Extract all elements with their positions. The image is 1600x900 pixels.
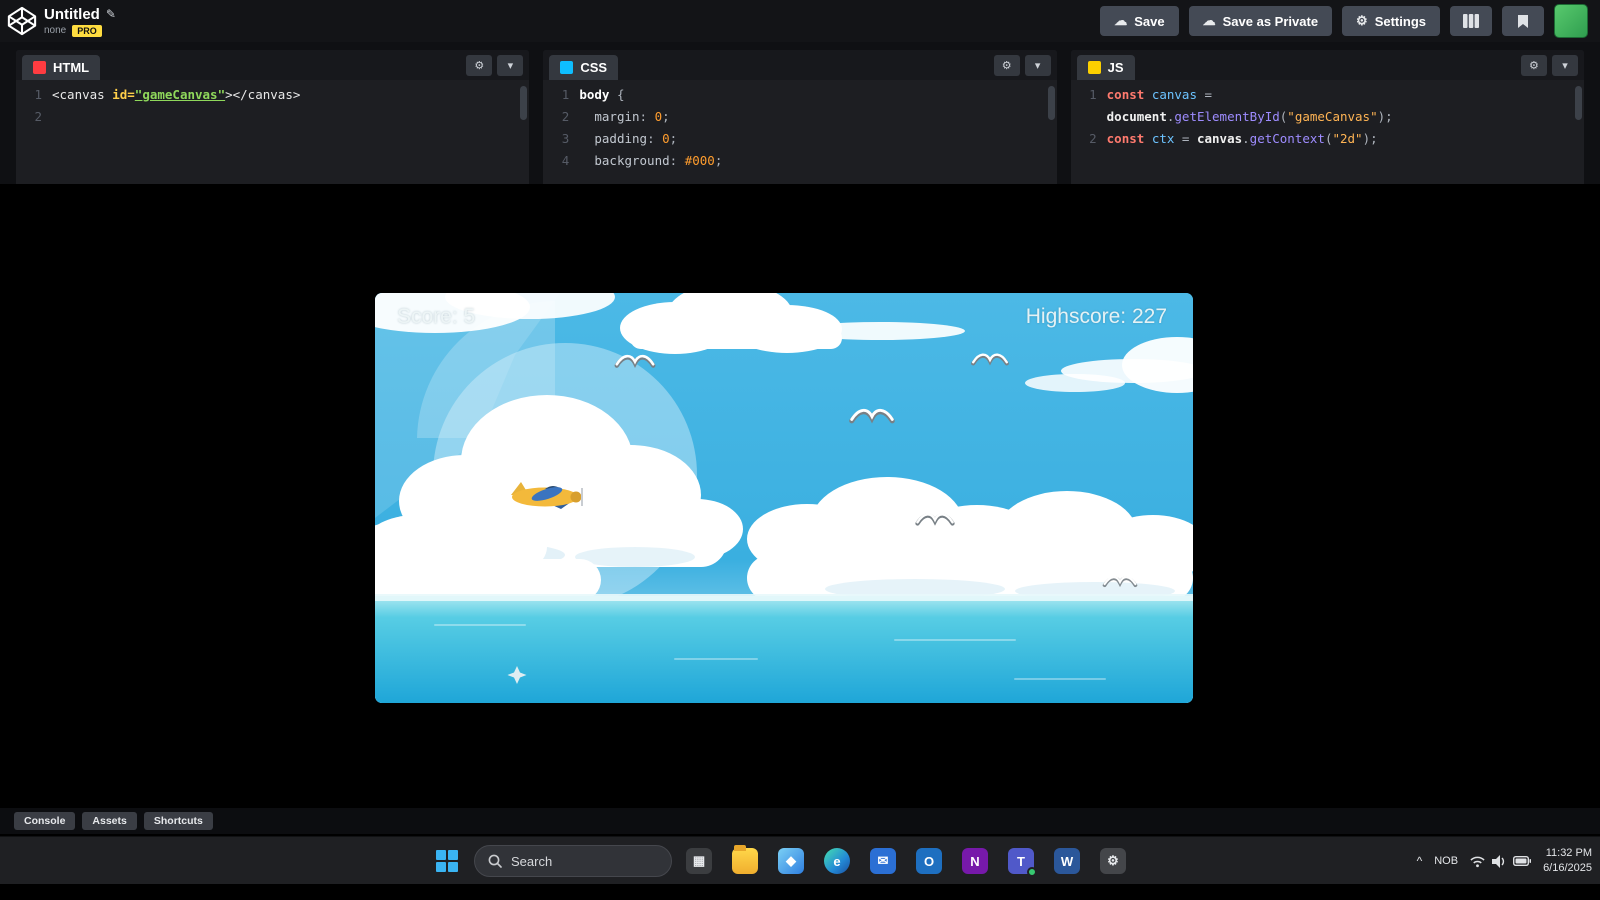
windows-logo-icon <box>436 850 458 872</box>
edit-title-icon[interactable]: ✎ <box>106 7 116 21</box>
cloud-icon: ☁ <box>1202 13 1216 28</box>
layout-button[interactable] <box>1450 6 1492 36</box>
outlook-icon[interactable]: O <box>910 841 948 881</box>
start-button[interactable] <box>428 841 466 881</box>
codepen-logo[interactable] <box>0 0 44 42</box>
save-button[interactable]: ☁ Save <box>1100 6 1179 36</box>
css-editor-header: CSS ⚙ ▾ <box>543 50 1057 80</box>
editor-row: HTML ⚙ ▾ 12 <canvas id="gameCanvas"></ca… <box>0 42 1600 188</box>
tab-html[interactable]: HTML <box>22 54 101 80</box>
tab-css[interactable]: CSS <box>549 54 619 80</box>
game-canvas[interactable]: Score: 5 Highscore: 227 <box>375 293 1193 703</box>
onenote-icon[interactable]: N <box>956 841 994 881</box>
hidden-icons-chevron-icon[interactable]: ^ <box>1417 854 1423 868</box>
volume-icon <box>1492 854 1505 868</box>
css-settings-gear-icon[interactable]: ⚙ <box>993 54 1020 76</box>
taskbar-center: Search ▦ ◆ e ✉ O N T W ⚙ <box>428 837 1132 885</box>
top-header: Untitled ✎ none PRO ☁ Save ☁ Save as Pri… <box>0 0 1600 42</box>
system-tray: ^ NOB 11:32 PM 6/16/2025 <box>1417 837 1592 885</box>
line-numbers: 1234 <box>561 87 570 168</box>
highscore-text: Highscore: 227 <box>1025 305 1167 328</box>
html-chevron-down-icon[interactable]: ▾ <box>497 54 524 76</box>
settings-button[interactable]: ⚙ Settings <box>1342 6 1440 36</box>
cloud-icon: ☁ <box>1114 13 1128 28</box>
console-tab-shortcuts[interactable]: Shortcuts <box>143 812 213 830</box>
scrollbar-thumb[interactable] <box>1574 86 1582 120</box>
codepen-window: Untitled ✎ none PRO ☁ Save ☁ Save as Pri… <box>0 0 1600 900</box>
js-lang-icon <box>1087 60 1101 74</box>
wifi-icon <box>1470 856 1485 867</box>
css-editor-panel: CSS ⚙ ▾ 1234 body { margin: 0; padding: … <box>543 50 1057 184</box>
avatar[interactable] <box>1554 4 1588 38</box>
pen-title[interactable]: Untitled <box>44 6 100 23</box>
html-lang-icon <box>33 60 46 74</box>
teams-icon[interactable]: T <box>1002 841 1040 881</box>
edge-icon[interactable]: e <box>818 841 856 881</box>
search-label: Search <box>511 853 553 869</box>
sea <box>375 596 1193 703</box>
tray-time: 11:32 PM <box>1545 847 1592 859</box>
html-settings-gear-icon[interactable]: ⚙ <box>466 54 493 76</box>
js-code-editor[interactable]: 1 2 const canvas = document.getElementByI… <box>1071 80 1584 184</box>
pen-title-block: Untitled ✎ none PRO <box>44 6 116 37</box>
scrollbar-thumb[interactable] <box>520 86 528 120</box>
tab-js[interactable]: JS <box>1076 54 1135 80</box>
pro-badge: PRO <box>72 24 102 37</box>
word-icon[interactable]: W <box>1048 841 1086 881</box>
language-indicator[interactable]: NOB <box>1434 855 1458 867</box>
clock[interactable]: 11:32 PM 6/16/2025 <box>1543 846 1592 876</box>
taskbar-apps: ▦ ◆ e ✉ O N T W ⚙ <box>680 841 1132 881</box>
gear-icon: ⚙ <box>1356 13 1368 28</box>
html-code-editor[interactable]: 12 <canvas id="gameCanvas"></canvas> <box>16 80 529 184</box>
line-numbers: 12 <box>34 87 42 124</box>
js-chevron-down-icon[interactable]: ▾ <box>1551 54 1578 76</box>
js-editor-header: JS ⚙ ▾ <box>1070 50 1584 80</box>
console-tab-assets[interactable]: Assets <box>82 812 137 830</box>
search-icon <box>488 854 502 868</box>
game-scene <box>375 293 1193 703</box>
css-code-editor[interactable]: 1234 body { margin: 0; padding: 0; backg… <box>543 80 1056 184</box>
taskbar-search[interactable]: Search <box>474 845 672 877</box>
css-chevron-down-icon[interactable]: ▾ <box>1024 54 1051 76</box>
layout-columns-icon <box>1463 14 1479 28</box>
line-numbers: 1 2 <box>1089 87 1097 146</box>
js-settings-gear-icon[interactable]: ⚙ <box>1520 54 1547 76</box>
console-tab-console[interactable]: Console <box>14 812 76 830</box>
code-lines: <canvas id="gameCanvas"></canvas> <box>52 87 301 102</box>
mail-icon[interactable]: ✉ <box>864 841 902 881</box>
scrollbar-thumb[interactable] <box>1047 86 1055 120</box>
widgets-icon[interactable]: ▦ <box>680 841 718 881</box>
result-preview: Score: 5 Highscore: 227 <box>0 192 1600 808</box>
file-explorer-icon[interactable] <box>726 841 764 881</box>
html-editor-panel: HTML ⚙ ▾ 12 <canvas id="gameCanvas"></ca… <box>16 50 530 184</box>
tray-date: 6/16/2025 <box>1543 862 1592 874</box>
tray-status-icons[interactable] <box>1470 854 1532 868</box>
header-actions: ☁ Save ☁ Save as Private ⚙ Settings <box>1100 4 1600 38</box>
bookmark-icon <box>1518 14 1528 28</box>
code-lines: body { margin: 0; padding: 0; background… <box>579 87 723 168</box>
save-as-private-button[interactable]: ☁ Save as Private <box>1188 6 1333 36</box>
console-bar: Console Assets Shortcuts <box>0 808 1600 834</box>
settings-icon[interactable]: ⚙ <box>1094 841 1132 881</box>
battery-icon <box>1513 856 1532 866</box>
css-lang-icon <box>560 60 574 74</box>
score-text: Score: 5 <box>397 305 476 328</box>
js-editor-panel: JS ⚙ ▾ 1 2 const canvas = document.getEle… <box>1070 50 1584 184</box>
windows-taskbar: Search ▦ ◆ e ✉ O N T W ⚙ ^ NOB 11:32 PM … <box>0 836 1600 884</box>
html-editor-header: HTML ⚙ ▾ <box>16 50 530 80</box>
pen-meta: none <box>44 25 67 36</box>
code-lines: const canvas = document.getElementById("g… <box>1106 87 1393 146</box>
photos-icon[interactable]: ◆ <box>772 841 810 881</box>
collection-button[interactable] <box>1502 6 1544 36</box>
